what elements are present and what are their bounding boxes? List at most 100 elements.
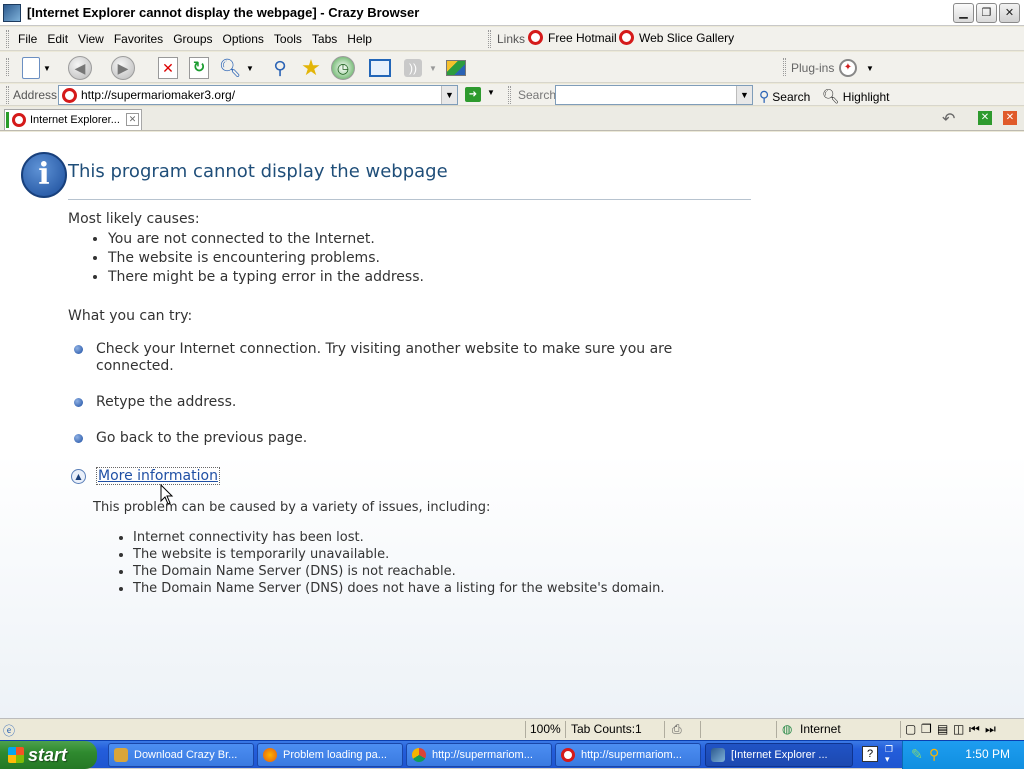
plugins-dropdown[interactable]: ▼ [863,55,877,81]
bullet-icon [74,398,83,407]
find-button[interactable]: ⚲ [267,55,293,81]
menu-view[interactable]: View [78,32,104,46]
menu-tabs[interactable]: Tabs [312,32,337,46]
search-input[interactable]: ▼ [555,85,753,105]
search-tray-icon[interactable]: ⚲ [929,746,939,763]
taskbar-item-active[interactable]: [Internet Explorer ... [705,743,853,767]
title-bar: [Internet Explorer cannot display the we… [0,0,1024,26]
taskbar-item[interactable]: http://supermariom... [555,743,701,767]
list-item: You are not connected to the Internet. [108,230,424,249]
highlight-button[interactable]: 🔍︎ Highlight [822,88,889,105]
printer-icon[interactable]: ⎙ [672,722,682,737]
close-button[interactable]: ✕ [999,3,1020,23]
globe-icon: ◍ [782,722,793,736]
menu-file[interactable]: File [18,32,37,46]
window-title: [Internet Explorer cannot display the we… [27,5,420,20]
list-item: The website is encountering problems. [108,249,424,268]
previous-tab-icon[interactable]: ⏮ [969,722,980,737]
menu-help[interactable]: Help [347,32,372,46]
firefox-icon [263,748,277,762]
close-tab-button[interactable]: ✕ [1003,111,1017,125]
zoom-level[interactable]: 100% [530,722,561,736]
maximize-tab-button[interactable]: ✕ [978,111,992,125]
menu-groups[interactable]: Groups [173,32,212,46]
list-item: There might be a typing error in the add… [108,268,424,287]
next-tab-icon[interactable]: ⏭ [985,722,996,737]
layout-horizontal-icon[interactable]: ▤ [937,722,948,736]
address-input[interactable]: http://supermariomaker3.org/ ▼ [58,85,458,105]
more-information-link[interactable]: More information [96,467,220,485]
try-title: What you can try: [68,308,193,324]
groups-button[interactable] [367,55,393,81]
zoom-button[interactable]: 🔍︎ [217,55,243,81]
undo-close-tab-button[interactable]: ↶ [942,109,955,129]
search-button[interactable]: ⚲ Search [759,88,810,105]
taskbar-item[interactable]: Download Crazy Br... [108,743,254,767]
new-tab-dropdown[interactable]: ▼ [40,55,54,81]
go-dropdown[interactable]: ▼ [487,88,495,97]
compass-icon: ✦ [839,59,857,77]
layout-cascade-icon[interactable]: ❐ [921,722,932,736]
rss-button[interactable]: )) [400,55,426,81]
layout-single-icon[interactable]: ▢ [905,722,916,736]
start-button[interactable]: start [0,741,97,769]
go-button[interactable]: ➜ [465,87,481,102]
tab-internet-explorer[interactable]: Internet Explorer... ✕ [4,109,142,130]
tab-color-marker [6,112,9,128]
toolbar-grip[interactable] [6,58,9,76]
gallery-button[interactable] [443,55,469,81]
page-title: This program cannot display the webpage [68,161,448,182]
plugins-button[interactable]: ✦ [835,55,861,81]
forward-arrow-icon: ▶ [111,56,135,80]
restore-button[interactable]: ❐ [976,3,997,23]
chrome-icon [412,748,426,762]
search-grip[interactable] [508,86,511,104]
app-icon [3,3,21,22]
menu-favorites[interactable]: Favorites [114,32,163,46]
browser-window: [Internet Explorer cannot display the we… [0,0,1024,740]
plugins-grip[interactable] [783,58,786,76]
collapse-icon[interactable]: ▲ [71,469,86,484]
minimize-button[interactable]: ▁ [953,3,974,23]
search-icon: ⚲ [273,57,287,78]
back-button[interactable]: ◀ [67,55,93,81]
network-icon[interactable]: ✎ [911,746,923,763]
taskbar-item[interactable]: http://supermariom... [406,743,552,767]
links-grip[interactable] [488,30,491,48]
causes-title: Most likely causes: [68,211,200,227]
menu-options[interactable]: Options [223,32,264,46]
history-button[interactable]: ◷ [330,55,356,81]
history-icon: ◷ [331,56,355,80]
zoom-dropdown[interactable]: ▼ [243,55,257,81]
stop-icon: ✕ [158,57,178,79]
causes-list: You are not connected to the Internet. T… [108,230,424,287]
forward-button[interactable]: ▶ [110,55,136,81]
gallery-icon [446,60,466,76]
favorites-button[interactable]: ★ [298,55,324,81]
tab-close-button[interactable]: ✕ [126,113,139,126]
search-label: Search [518,88,557,102]
try-item: Check your Internet connection. Try visi… [74,341,696,375]
toolbar-grip[interactable] [6,30,9,48]
windows-logo-icon [8,747,24,763]
search-dropdown[interactable]: ▼ [736,86,752,104]
refresh-button[interactable]: ↻ [186,55,212,81]
address-grip[interactable] [6,86,9,104]
language-bar-icon[interactable]: ❐ ▾ [885,744,893,764]
address-url: http://supermariomaker3.org/ [81,88,236,102]
opera-icon [619,30,634,45]
status-bar: ⓔ 100% Tab Counts:1 ⎙ ◍ Internet ▢ ❐ ▤ ◫… [0,718,1024,740]
taskbar-item[interactable]: Problem loading pa... [257,743,403,767]
menu-edit[interactable]: Edit [47,32,68,46]
link-free-hotmail[interactable]: Free Hotmail [528,30,617,45]
address-dropdown[interactable]: ▼ [441,86,457,104]
stop-button[interactable]: ✕ [155,55,181,81]
opera-icon [62,87,77,103]
rss-dropdown[interactable]: ▼ [426,55,440,81]
menu-tools[interactable]: Tools [274,32,302,46]
back-arrow-icon: ◀ [68,56,92,80]
layout-vertical-icon[interactable]: ◫ [953,722,964,736]
help-icon[interactable]: ? [862,746,878,762]
link-web-slice-gallery[interactable]: Web Slice Gallery [619,30,734,45]
close-icon: ✕ [980,112,990,123]
